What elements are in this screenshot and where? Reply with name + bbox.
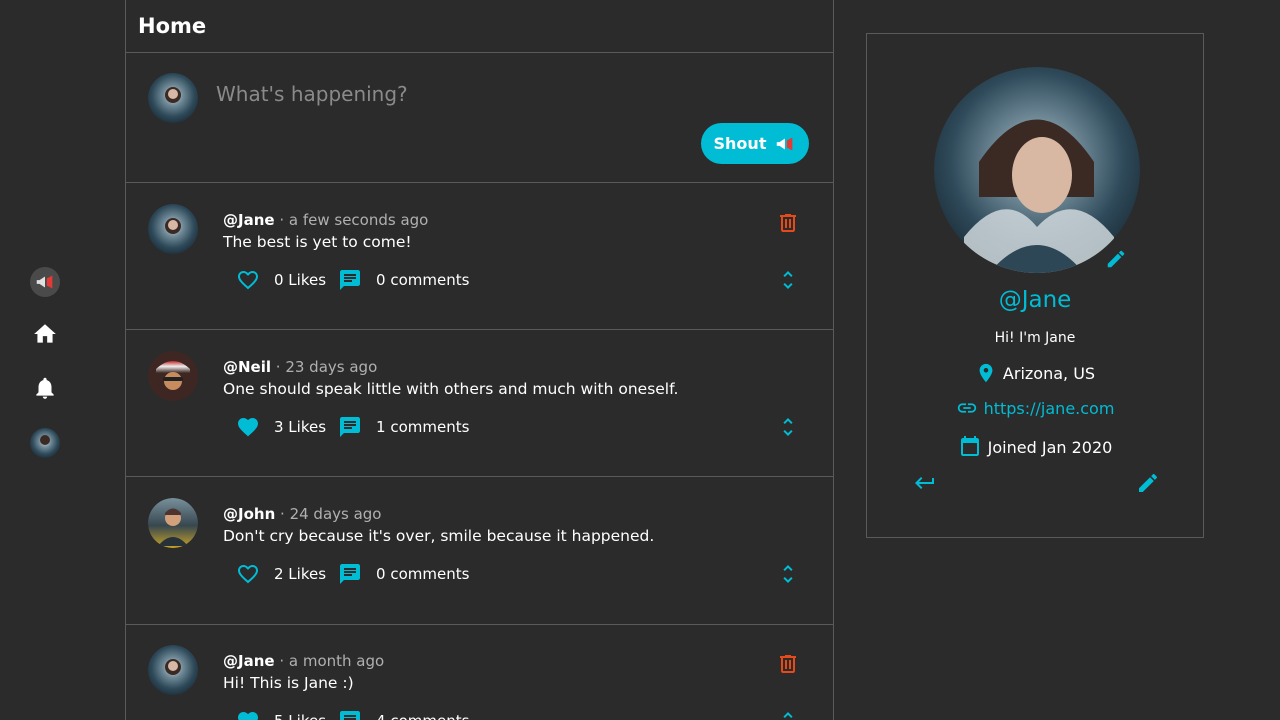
profile-avatar	[934, 67, 1140, 273]
like-button[interactable]	[236, 562, 260, 586]
post-actions: 0 Likes 0 comments	[236, 268, 469, 292]
avatar[interactable]	[148, 498, 198, 548]
heart-filled-icon	[238, 418, 258, 437]
post-actions: 5 Likes 4 comments	[236, 709, 469, 720]
likes-count: 0 Likes	[274, 271, 327, 289]
comment-icon	[340, 270, 361, 290]
shout-button-label: Shout	[713, 134, 767, 153]
post-username[interactable]: @Neil	[223, 358, 271, 376]
profile-location: Arizona, US	[867, 362, 1203, 384]
page-title: Home	[138, 14, 207, 38]
comment-button[interactable]	[338, 268, 362, 292]
profile-bio: Hi! I'm Jane	[994, 330, 1076, 346]
likes-count: 2 Likes	[274, 565, 327, 583]
post-item: @John · 24 days ago Don't cry because it…	[126, 477, 833, 623]
megaphone-logo-icon[interactable]	[30, 267, 60, 297]
heart-outline-icon	[238, 565, 258, 584]
post-item: @Jane · a few seconds ago The best is ye…	[126, 183, 833, 329]
post-actions: 2 Likes 0 comments	[236, 562, 469, 586]
delete-icon	[780, 655, 796, 673]
post-username[interactable]: @Jane	[223, 211, 275, 229]
megaphone-icon	[777, 137, 793, 150]
logout-button[interactable]	[913, 471, 937, 495]
likes-count: 5 Likes	[274, 712, 326, 720]
comment-button[interactable]	[338, 415, 362, 439]
post-item: @Jane · a month ago Hi! This is Jane :) …	[126, 624, 833, 720]
profile-website: https://jane.com	[867, 397, 1203, 419]
post-actions: 3 Likes 1 comments	[236, 415, 469, 439]
expand-icon	[783, 271, 793, 289]
comment-icon	[340, 564, 361, 584]
post-text: Don't cry because it's over, smile becau…	[223, 527, 655, 545]
expand-button[interactable]	[776, 268, 800, 292]
comments-count: 1 comments	[376, 418, 470, 436]
avatar[interactable]	[148, 204, 198, 254]
left-nav	[0, 0, 125, 720]
edit-profile-button[interactable]	[1136, 471, 1160, 495]
post-header: @John · 24 days ago	[223, 505, 382, 523]
comments-count: 4 comments	[376, 712, 469, 720]
heart-outline-icon	[238, 271, 258, 290]
like-button[interactable]	[236, 709, 260, 720]
location-icon	[979, 363, 993, 383]
post-header: @Jane · a month ago	[223, 652, 385, 670]
comment-icon	[340, 417, 361, 437]
likes-count: 3 Likes	[274, 418, 327, 436]
expand-button[interactable]	[776, 415, 800, 439]
profile-card: @Jane Hi! I'm Jane Arizona, US https://j…	[866, 33, 1204, 538]
joined-text: Joined Jan 2020	[987, 437, 1113, 457]
calendar-icon	[960, 436, 979, 456]
post-timestamp: a month ago	[288, 652, 385, 670]
divider	[126, 52, 833, 53]
post-text: The best is yet to come!	[223, 233, 412, 251]
avatar[interactable]	[30, 428, 60, 458]
expand-icon	[783, 418, 793, 436]
avatar[interactable]	[148, 351, 198, 401]
expand-button[interactable]	[776, 562, 800, 586]
post-header: @Jane · a few seconds ago	[223, 211, 429, 229]
edit-icon	[1139, 473, 1158, 492]
like-button[interactable]	[236, 268, 260, 292]
post-timestamp: a few seconds ago	[288, 211, 429, 229]
comments-count: 0 comments	[376, 565, 470, 583]
home-icon[interactable]	[30, 319, 60, 349]
bell-icon[interactable]	[30, 373, 60, 403]
logout-icon	[915, 477, 934, 489]
comment-icon	[340, 711, 361, 720]
edit-icon	[1107, 250, 1125, 268]
feed-column: Home Shout @Jane · a few seconds ago The…	[125, 0, 834, 720]
like-button[interactable]	[236, 415, 260, 439]
delete-icon	[780, 214, 796, 232]
post-username[interactable]: @Jane	[223, 652, 275, 670]
comment-button[interactable]	[338, 709, 362, 720]
comment-button[interactable]	[338, 562, 362, 586]
post-text: One should speak little with others and …	[223, 380, 679, 398]
expand-button[interactable]	[776, 709, 800, 720]
post-timestamp: 23 days ago	[285, 358, 378, 376]
post-header: @Neil · 23 days ago	[223, 358, 378, 376]
post-text: Hi! This is Jane :)	[223, 674, 354, 692]
delete-button[interactable]	[776, 211, 800, 235]
expand-icon	[783, 565, 793, 583]
post-timestamp: 24 days ago	[289, 505, 382, 523]
link-icon	[957, 403, 976, 413]
comments-count: 0 comments	[376, 271, 470, 289]
profile-joined: Joined Jan 2020	[867, 435, 1203, 459]
edit-photo-button[interactable]	[1104, 247, 1128, 271]
heart-filled-icon	[238, 712, 258, 720]
avatar	[148, 73, 198, 123]
compose-input[interactable]	[214, 76, 778, 112]
website-link[interactable]: https://jane.com	[984, 399, 1115, 418]
delete-button[interactable]	[776, 652, 800, 676]
profile-handle[interactable]: @Jane	[867, 287, 1203, 313]
avatar[interactable]	[148, 645, 198, 695]
expand-icon	[783, 712, 793, 718]
location-text: Arizona, US	[1002, 363, 1096, 383]
shout-button[interactable]: Shout	[701, 123, 809, 164]
post-item: @Neil · 23 days ago One should speak lit…	[126, 330, 833, 476]
post-username[interactable]: @John	[223, 505, 275, 523]
